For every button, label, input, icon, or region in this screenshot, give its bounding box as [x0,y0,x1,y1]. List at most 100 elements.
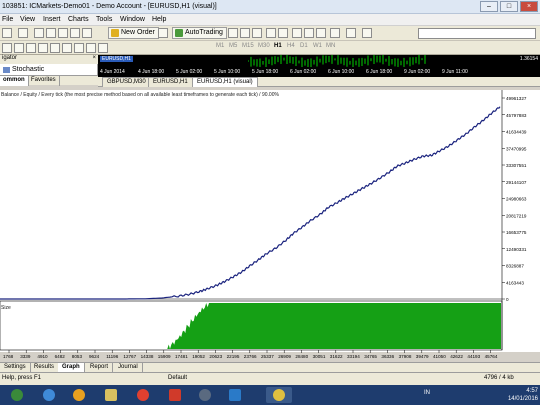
taskbar-explorer[interactable] [36,387,62,403]
indicator-icon [3,67,10,73]
navigator-header: igator × [0,55,98,64]
x-tick-label: 36336 [381,354,394,359]
start-button[interactable] [4,387,30,403]
menu-window[interactable]: Window [120,16,145,23]
y-tick-label: 49961327 [506,96,527,101]
market-watch-icon[interactable] [34,28,44,38]
time-axis: 4 Jun 2014 4 Jun 18:00 5 Jun 02:00 5 Jun… [98,69,504,77]
navigator-item-stochastic[interactable]: Stochastic [3,66,44,73]
data-window-icon[interactable] [46,28,56,38]
x-tick-label: 30051 [313,354,326,359]
y-tick-label: 0 [506,297,509,302]
timeframe-h1[interactable]: H1 [274,43,282,49]
new-order-button[interactable]: New Order [108,27,159,39]
price-chart[interactable]: EURUSD,H1 4 Jun 2014 4 Jun 18:00 5 Jun 0… [98,55,504,77]
text-tool-icon[interactable] [74,43,84,53]
tab-favorites[interactable]: Favorites [28,76,60,86]
fibonacci-icon[interactable] [62,43,72,53]
taskbar-chrome[interactable] [130,387,156,403]
chart-shift-icon[interactable] [316,28,326,38]
indicators-icon[interactable] [330,28,340,38]
timeframe-d1[interactable]: D1 [300,43,308,49]
timeframe-m5[interactable]: M5 [229,43,237,49]
line-chart-icon[interactable] [252,28,262,38]
menu-help[interactable]: Help [152,16,166,23]
taskbar-metatrader[interactable] [266,387,292,403]
balance-chart: Balance / Equity / Every tick (the most … [0,90,527,359]
close-button[interactable]: × [520,1,538,12]
menu-view[interactable]: View [20,16,35,23]
menu-tools[interactable]: Tools [96,16,112,23]
timeframe-mn[interactable]: MN [326,43,335,49]
y-tick-label: 12490331 [506,247,527,252]
taskbar-app[interactable] [222,387,248,403]
taskbar-folder[interactable] [98,387,124,403]
tab-eurusd-h1[interactable]: EURUSD,H1 [148,77,193,87]
periods-icon[interactable] [346,28,356,38]
horizontal-line-icon[interactable] [26,43,36,53]
label-tool-icon[interactable] [86,43,96,53]
autotrading-label: AutoTrading [185,29,223,36]
tab-gbpusd-m30[interactable]: GBPUSD,M30 [102,77,151,87]
profiles-icon[interactable] [18,28,28,38]
menu-file[interactable]: File [2,16,13,23]
new-chart-icon[interactable] [2,28,12,38]
x-tick-label: 1768 [3,354,14,359]
window-title: 103851: ICMarkets-Demo01 - Demo Account … [2,3,217,10]
x-tick-label: 33194 [347,354,360,359]
minimize-button[interactable]: – [480,1,498,12]
timeframe-m1[interactable]: M1 [216,43,224,49]
time-label: 6 Jun 10:00 [328,69,355,75]
tester-tabs: Settings Results Graph Report Journal [0,362,540,373]
zoom-in-icon[interactable] [266,28,276,38]
timeframe-m30[interactable]: M30 [258,43,270,49]
autotrading-button[interactable]: AutoTrading [172,27,227,39]
close-icon[interactable]: × [92,55,96,61]
tester-graph[interactable]: Balance / Equity / Every tick (the most … [0,90,540,359]
templates-icon[interactable] [362,28,372,38]
timeframe-w1[interactable]: W1 [313,43,322,49]
time-label: 4 Jun 18:00 [138,69,165,75]
time-label: 5 Jun 10:00 [214,69,241,75]
chart-tabs: GBPUSD,M30 EURUSD,H1 EURUSD,H1 (visual) [98,77,540,87]
crosshair-icon[interactable] [2,43,12,53]
tab-common[interactable]: ommon [0,76,29,86]
navigator-icon[interactable] [58,28,68,38]
taskbar-app[interactable] [192,387,218,403]
x-tick-label: 28480 [295,354,308,359]
search-input[interactable] [418,28,536,39]
volume-area [167,303,502,349]
trendline-icon[interactable] [38,43,48,53]
x-tick-label: 31622 [330,354,343,359]
autoscroll-icon[interactable] [304,28,314,38]
vertical-line-icon[interactable] [14,43,24,53]
metaeditor-icon[interactable] [158,28,168,38]
candlestick-icon[interactable] [240,28,250,38]
x-tick-label: 22195 [227,354,240,359]
channel-icon[interactable] [50,43,60,53]
taskbar-app[interactable] [162,387,188,403]
timeframe-h4[interactable]: H4 [287,43,295,49]
current-price: 1.36154 [519,56,538,62]
time-label: 4 Jun 2014 [100,69,125,75]
time-label: 9 Jun 11:00 [442,69,468,75]
x-tick-label: 8053 [72,354,83,359]
bar-chart-icon[interactable] [228,28,238,38]
tester-icon[interactable] [82,28,92,38]
menu-insert[interactable]: Insert [43,16,61,23]
arrows-icon[interactable] [98,43,108,53]
new-order-label: New Order [121,29,155,36]
zoom-out-icon[interactable] [278,28,288,38]
time-label: 6 Jun 02:00 [290,69,317,75]
maximize-button[interactable]: □ [500,1,518,12]
y-tick-label: 4163443 [506,280,524,285]
taskbar-media[interactable] [66,387,92,403]
tile-windows-icon[interactable] [292,28,302,38]
line-studies-toolbar: M1 M5 M15 M30 H1 H4 D1 W1 MN [0,41,540,55]
tab-eurusd-h1-visual[interactable]: EURUSD,H1 (visual) [192,77,258,87]
clock[interactable]: 4:57 14/01/2016 [508,387,538,403]
timeframe-m15[interactable]: M15 [242,43,254,49]
menu-charts[interactable]: Charts [68,16,89,23]
terminal-icon[interactable] [70,28,80,38]
language-indicator[interactable]: IN [424,390,430,396]
